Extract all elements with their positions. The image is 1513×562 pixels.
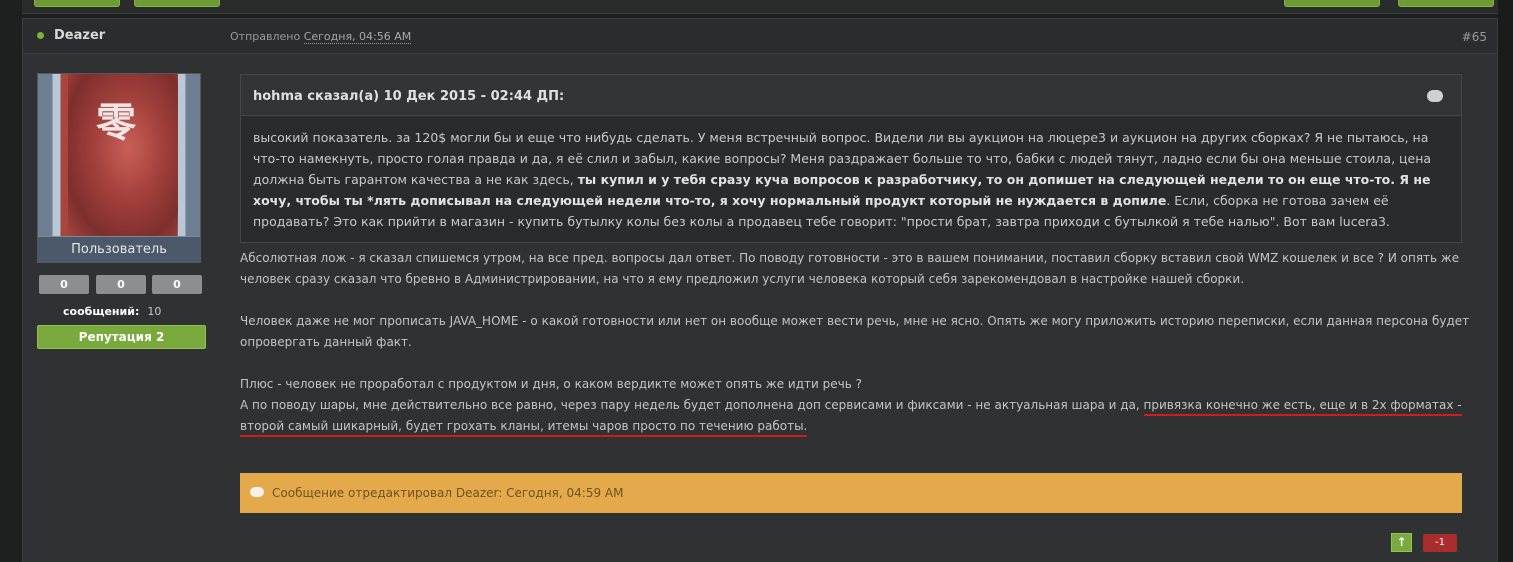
post-header: Deazer Отправлено Сегодня, 04:56 AM #65	[23, 19, 1497, 54]
posted-prefix: Отправлено	[230, 30, 301, 43]
posted-time: Сегодня, 04:56 AM	[303, 30, 412, 44]
quote-block: hohma сказал(а) 10 Дек 2015 - 02:44 ДП: …	[240, 74, 1462, 243]
edit-notice-bar: Сообщение отредактировал Deazer: Сегодня…	[240, 473, 1462, 513]
arrow-up-icon[interactable]: ↑	[1391, 533, 1412, 552]
quote-header-text: hohma сказал(а) 10 Дек 2015 - 02:44 ДП:	[253, 89, 565, 104]
edit-note-icon	[250, 487, 264, 497]
top-action-button[interactable]	[134, 0, 220, 7]
stat-badge-3[interactable]: 0	[152, 275, 202, 294]
message-count: сообщений: 10	[63, 305, 161, 318]
message-count-label: сообщений:	[63, 305, 140, 318]
avatar[interactable]: 零	[38, 74, 200, 238]
body-paragraph-3: Плюс - человек не проработал с продуктом…	[240, 377, 862, 391]
stat-badge-1[interactable]: 0	[39, 275, 89, 294]
posted-info: Отправлено Сегодня, 04:56 AM	[230, 30, 412, 44]
post-number-link[interactable]: #65	[1462, 30, 1487, 44]
post-body: Абсолютная лож - я сказал спишемся утром…	[240, 248, 1470, 458]
message-count-value: 10	[147, 305, 162, 318]
top-action-button[interactable]	[1284, 0, 1380, 7]
user-avatar-card: 零 Пользователь	[37, 73, 201, 263]
top-action-button[interactable]	[1398, 0, 1494, 7]
quote-header: hohma сказал(а) 10 Дек 2015 - 02:44 ДП:	[241, 75, 1461, 116]
body-paragraph-1: Абсолютная лож - я сказал спишемся утром…	[240, 251, 1460, 286]
speech-bubble-icon[interactable]	[1427, 90, 1443, 102]
body-paragraph-4: А по поводу шары, мне действительно все …	[240, 395, 1470, 437]
reputation-badge[interactable]: Репутация 2	[37, 325, 206, 349]
user-group: Пользователь	[38, 236, 200, 262]
online-status-icon	[37, 32, 44, 39]
body-paragraph-2: Человек даже не мог прописать JAVA_HOME …	[240, 314, 1470, 349]
author-name[interactable]: Deazer	[54, 28, 105, 43]
page-edge	[1498, 0, 1513, 562]
vote-score[interactable]: -1	[1423, 534, 1457, 552]
edit-notice-text: Сообщение отредактировал Deazer: Сегодня…	[272, 486, 624, 500]
top-action-button[interactable]	[34, 0, 120, 7]
forum-post: Deazer Отправлено Сегодня, 04:56 AM #65 …	[22, 18, 1498, 562]
body-paragraph-4-start: А по поводу шары, мне действительно все …	[240, 398, 1144, 412]
stat-badge-2[interactable]: 0	[96, 275, 146, 294]
top-toolbar-strip	[22, 0, 1498, 14]
quote-body: высокий показатель. за 120$ могли бы и е…	[241, 116, 1461, 243]
